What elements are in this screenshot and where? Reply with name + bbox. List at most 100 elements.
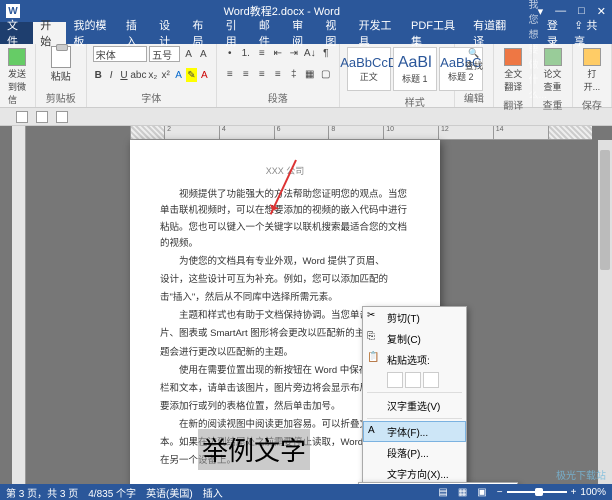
shading-button[interactable]: ▦ (303, 67, 317, 81)
zoom-out-icon[interactable]: − (497, 487, 503, 498)
font-color-button[interactable]: A (199, 68, 210, 82)
zoom-slider[interactable] (507, 491, 567, 493)
ribbon: 发送到微信 粘贴 剪贴板 宋体 五号 A A B I U abc x₂ x² A… (0, 44, 612, 108)
maximize-icon[interactable]: □ (578, 5, 585, 18)
borders-button[interactable]: ▢ (319, 67, 333, 81)
translate-button[interactable]: 全文翻译 (500, 46, 526, 95)
align-center-button[interactable]: ≡ (239, 67, 253, 81)
body-p2b[interactable]: 设计，这些设计可互为补充。例如，您可以添加匹配的 (160, 272, 410, 288)
paste-merge[interactable] (405, 372, 421, 388)
style-normal[interactable]: AaBbCcD正文 (347, 47, 391, 91)
ctx-paste-options (363, 370, 466, 390)
tab-home[interactable]: 开始 (33, 22, 66, 44)
status-ime[interactable]: 插入 (203, 485, 223, 500)
paste-icon (51, 46, 71, 68)
view-read-icon[interactable]: ▤ (438, 487, 447, 498)
numbering-button[interactable]: 1. (239, 46, 253, 60)
shrink-font-icon[interactable]: A (197, 47, 210, 61)
bullets-button[interactable]: • (223, 46, 237, 60)
selected-sample-text[interactable]: 举例文字 (198, 429, 310, 470)
show-marks-button[interactable]: ¶ (319, 46, 333, 60)
ctx-paragraph[interactable]: 段落(P)... (363, 442, 466, 463)
font-family-select[interactable]: 宋体 (93, 46, 147, 62)
multilevel-button[interactable]: ≡ (255, 46, 269, 60)
tab-view[interactable]: 视图 (318, 22, 351, 44)
close-icon[interactable]: ✕ (597, 5, 606, 18)
sort-button[interactable]: A↓ (303, 46, 317, 60)
watermark: 极光下载站 (556, 467, 606, 482)
status-lang[interactable]: 英语(美国) (146, 485, 193, 500)
body-p2[interactable]: 为使您的文档具有专业外观，Word 提供了页眉、 (160, 254, 410, 270)
ctx-copy[interactable]: ⎘复制(C) (363, 328, 466, 349)
highlight-button[interactable]: ✎ (186, 68, 197, 82)
zoom-value[interactable]: 100% (580, 487, 606, 498)
minimize-icon[interactable]: — (555, 5, 566, 18)
paste-icon: 📋 (367, 352, 379, 364)
subscript-button[interactable]: x₂ (147, 68, 158, 82)
mini-toolbar: 宋体 48 A A ✦ A B I U ✎ A • 1. ▾ (358, 482, 518, 484)
group-font: 宋体 五号 A A B I U abc x₂ x² A ✎ A 字体 (87, 44, 217, 107)
view-print-icon[interactable]: ▦ (458, 487, 467, 498)
strike-button[interactable]: abc (131, 68, 145, 82)
tab-layout[interactable]: 布局 (185, 22, 218, 44)
paper-check-button[interactable]: 论文查重 (539, 46, 565, 95)
vertical-scrollbar[interactable] (598, 140, 612, 484)
indent-dec-button[interactable]: ⇤ (271, 46, 285, 60)
grow-font-icon[interactable]: A (182, 47, 195, 61)
bold-button[interactable]: B (93, 68, 104, 82)
underline-button[interactable]: U (119, 68, 130, 82)
line-spacing-button[interactable]: ‡ (287, 67, 301, 81)
align-justify-button[interactable]: ≡ (271, 67, 285, 81)
open-button[interactable]: 打开... (579, 46, 605, 95)
find-button[interactable]: 🔍 查找 (461, 46, 487, 74)
ctx-font[interactable]: A字体(F)... (363, 421, 466, 442)
paste-text[interactable] (423, 372, 439, 388)
ctx-hanzi[interactable]: 汉字重选(V) (363, 395, 466, 416)
zoom-control[interactable]: − + 100% (497, 487, 606, 498)
italic-button[interactable]: I (106, 68, 117, 82)
style-heading1[interactable]: AaBl标题 1 (393, 47, 437, 91)
tab-file[interactable]: 文件 (0, 22, 33, 44)
tab-mailings[interactable]: 邮件 (252, 22, 285, 44)
ctx-textdir[interactable]: 文字方向(X)... (363, 463, 466, 484)
group-clipboard: 粘贴 剪贴板 (36, 44, 87, 107)
group-editing: 🔍 查找 编辑 (455, 44, 494, 107)
font-size-select[interactable]: 五号 (149, 46, 180, 62)
workspace: 2 4 6 8 10 12 14 XXX 公司 视频提供了功能强大的方法帮助您证… (0, 126, 612, 484)
paste-button[interactable]: 粘贴 (42, 46, 80, 83)
body-p1[interactable]: 视频提供了功能强大的方法帮助您证明您的观点。当您单击联机视频时，可以在想要添加的… (160, 187, 410, 252)
copy-icon: ⎘ (367, 331, 379, 343)
paragraph-label: 段落 (223, 90, 333, 105)
ctx-cut[interactable]: ✂剪切(T) (363, 307, 466, 328)
scrollbar-thumb[interactable] (600, 150, 610, 270)
text-effects-button[interactable]: A (173, 68, 184, 82)
align-right-button[interactable]: ≡ (255, 67, 269, 81)
tab-developer[interactable]: 开发工具 (352, 22, 404, 44)
group-send: 发送到微信 (0, 44, 36, 107)
tab-insert[interactable]: 插入 (119, 22, 152, 44)
horizontal-ruler[interactable]: 2 4 6 8 10 12 14 (130, 126, 592, 140)
status-page[interactable]: 第 3 页，共 3 页 (6, 485, 78, 500)
tab-templates[interactable]: 我的模板 (66, 22, 118, 44)
cut-icon: ✂ (367, 310, 379, 322)
vertical-ruler[interactable] (12, 126, 26, 484)
tab-references[interactable]: 引用 (219, 22, 252, 44)
status-words[interactable]: 4/835 个字 (88, 485, 136, 500)
superscript-button[interactable]: x² (160, 68, 171, 82)
qat-save-icon[interactable] (16, 111, 28, 123)
tab-review[interactable]: 审阅 (285, 22, 318, 44)
send-wechat-button[interactable]: 发送到微信 (6, 46, 29, 108)
qat-redo-icon[interactable] (56, 111, 68, 123)
tab-design[interactable]: 设计 (152, 22, 185, 44)
group-check: 论文查重 查重 (533, 44, 572, 107)
tab-youdao[interactable]: 有道翻译 (466, 22, 518, 44)
qat-undo-icon[interactable] (36, 111, 48, 123)
align-left-button[interactable]: ≡ (223, 67, 237, 81)
group-translate: 全文翻译 翻译 (494, 44, 533, 107)
zoom-in-icon[interactable]: + (571, 487, 577, 498)
tab-pdf[interactable]: PDF工具集 (404, 22, 466, 44)
body-p2c[interactable]: 击"插入"，然后从不同库中选择所需元素。 (160, 290, 410, 306)
indent-inc-button[interactable]: ⇥ (287, 46, 301, 60)
view-web-icon[interactable]: ▣ (477, 487, 486, 498)
paste-keep-format[interactable] (387, 372, 403, 388)
